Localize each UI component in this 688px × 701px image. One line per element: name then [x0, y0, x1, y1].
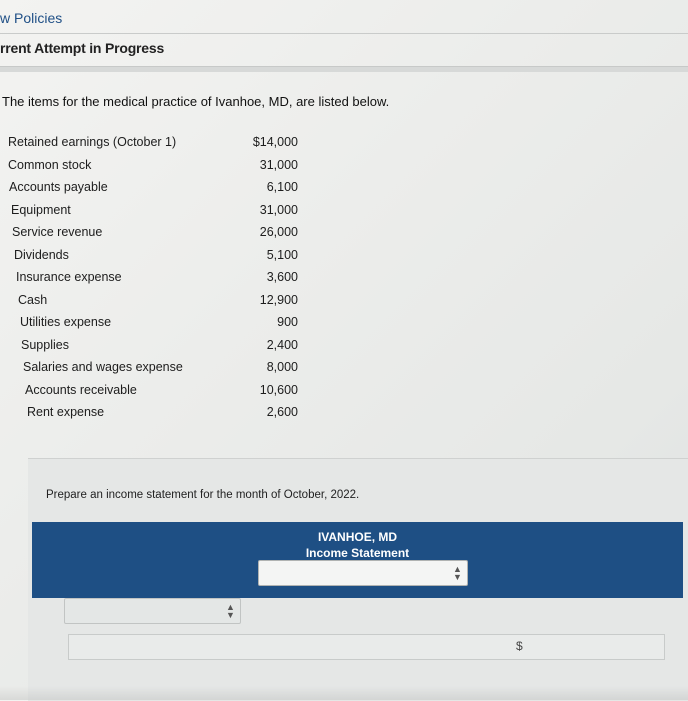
list-item: Cash 12,900: [8, 293, 298, 316]
item-value: 26,000: [259, 225, 298, 239]
item-value: 3,600: [266, 270, 298, 284]
item-label: Utilities expense: [20, 315, 112, 329]
item-value: 2,600: [266, 405, 298, 419]
item-label: Supplies: [21, 337, 69, 352]
item-list: Retained earnings (October 1) $14,000 Com…: [8, 135, 298, 428]
item-label: Service revenue: [12, 225, 103, 239]
item-label: Insurance expense: [16, 270, 122, 284]
amount-input[interactable]: [68, 634, 665, 660]
statement-title: Income Statement: [305, 546, 410, 560]
item-value: 6,100: [266, 180, 298, 194]
item-label: Dividends: [14, 247, 69, 262]
account-select[interactable]: ▲ ▼: [64, 598, 241, 624]
item-label: Salaries and wages expense: [23, 360, 183, 374]
item-label: Accounts receivable: [25, 382, 137, 397]
item-value: $14,000: [252, 135, 298, 149]
item-value: 31,000: [259, 202, 298, 217]
item-label: Cash: [18, 292, 48, 307]
select-arrows-icon: ▲ ▼: [453, 564, 462, 582]
item-value: 5,100: [266, 247, 298, 262]
item-value: 10,600: [259, 382, 298, 397]
list-item: Accounts payable 6,100: [8, 180, 298, 203]
company-name: IVANHOE, MD: [317, 530, 398, 544]
question-intro: The items for the medical practice of Iv…: [2, 94, 390, 109]
item-label: Rent expense: [27, 405, 105, 419]
list-item: Service revenue 26,000: [8, 225, 298, 248]
list-item: Utilities expense 900: [8, 315, 298, 338]
divider: [0, 33, 688, 34]
list-item: Dividends 5,100: [8, 248, 298, 271]
list-item: Accounts receivable 10,600: [8, 383, 298, 406]
statement-header: IVANHOE, MD Income Statement ▲ ▼: [32, 522, 683, 598]
list-item: Rent expense 2,600: [8, 405, 298, 428]
list-item: Supplies 2,400: [8, 338, 298, 361]
select-arrows-icon: ▲ ▼: [226, 602, 235, 620]
question-prompt: Prepare an income statement for the mont…: [46, 489, 360, 501]
item-label: Common stock: [8, 157, 92, 172]
list-item: Retained earnings (October 1) $14,000: [8, 135, 298, 158]
divider: [0, 66, 688, 72]
list-item: Insurance expense 3,600: [8, 270, 298, 293]
attempt-status: rrent Attempt in Progress: [0, 40, 165, 56]
item-label: Equipment: [11, 202, 71, 217]
item-value: 12,900: [259, 292, 298, 307]
item-label: Accounts payable: [9, 180, 108, 194]
currency-symbol: $: [516, 639, 523, 653]
list-item: Salaries and wages expense 8,000: [8, 360, 298, 383]
period-select[interactable]: ▲ ▼: [258, 560, 468, 586]
item-value: 2,400: [266, 337, 298, 352]
item-value: 31,000: [259, 157, 298, 172]
list-item: Common stock 31,000: [8, 158, 298, 181]
item-value: 900: [277, 315, 298, 329]
list-item: Equipment 31,000: [8, 203, 298, 226]
policies-link[interactable]: w Policies: [0, 10, 62, 26]
bottom-shadow: [0, 686, 688, 700]
item-label: Retained earnings (October 1): [8, 135, 177, 149]
item-value: 8,000: [266, 360, 298, 374]
